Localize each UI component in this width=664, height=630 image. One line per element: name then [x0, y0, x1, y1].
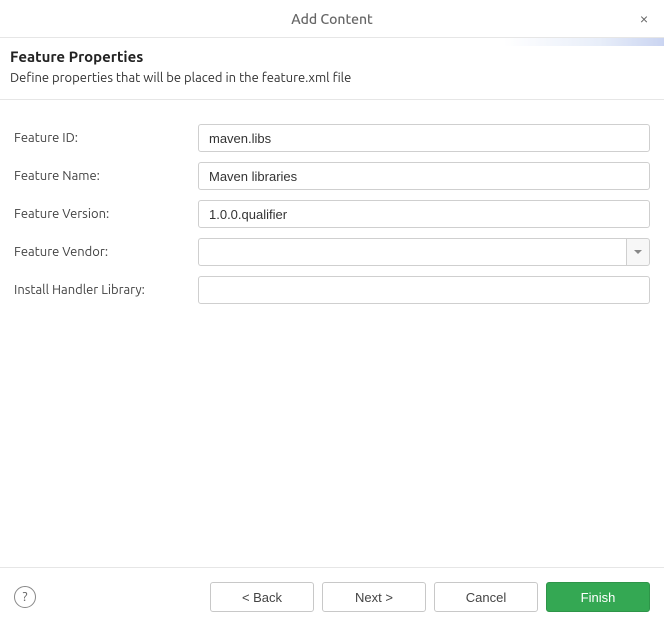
label-feature-name: Feature Name: [14, 169, 198, 183]
cancel-button[interactable]: Cancel [434, 582, 538, 612]
dropdown-feature-vendor[interactable] [626, 238, 650, 266]
label-feature-version: Feature Version: [14, 207, 198, 221]
footer: ? < Back Next > Cancel Finish [0, 567, 664, 630]
banner-description: Define properties that will be placed in… [10, 71, 652, 85]
input-feature-vendor[interactable] [198, 238, 626, 266]
back-button[interactable]: < Back [210, 582, 314, 612]
help-icon[interactable]: ? [14, 586, 36, 608]
banner: Feature Properties Define properties tha… [0, 38, 664, 100]
dialog-title: Add Content [12, 11, 652, 27]
combo-feature-vendor[interactable] [198, 238, 650, 266]
row-feature-id: Feature ID: [14, 124, 650, 152]
input-install-handler[interactable] [198, 276, 650, 304]
input-feature-version[interactable] [198, 200, 650, 228]
form-area: Feature ID: Feature Name: Feature Versio… [0, 100, 664, 567]
input-feature-id[interactable] [198, 124, 650, 152]
close-icon[interactable]: × [636, 11, 652, 27]
chevron-down-icon [633, 247, 643, 257]
finish-button[interactable]: Finish [546, 582, 650, 612]
row-feature-version: Feature Version: [14, 200, 650, 228]
banner-heading: Feature Properties [10, 48, 652, 65]
titlebar: Add Content × [0, 0, 664, 38]
row-install-handler: Install Handler Library: [14, 276, 650, 304]
label-install-handler: Install Handler Library: [14, 283, 198, 297]
label-feature-vendor: Feature Vendor: [14, 245, 198, 259]
input-feature-name[interactable] [198, 162, 650, 190]
row-feature-name: Feature Name: [14, 162, 650, 190]
label-feature-id: Feature ID: [14, 131, 198, 145]
next-button[interactable]: Next > [322, 582, 426, 612]
row-feature-vendor: Feature Vendor: [14, 238, 650, 266]
